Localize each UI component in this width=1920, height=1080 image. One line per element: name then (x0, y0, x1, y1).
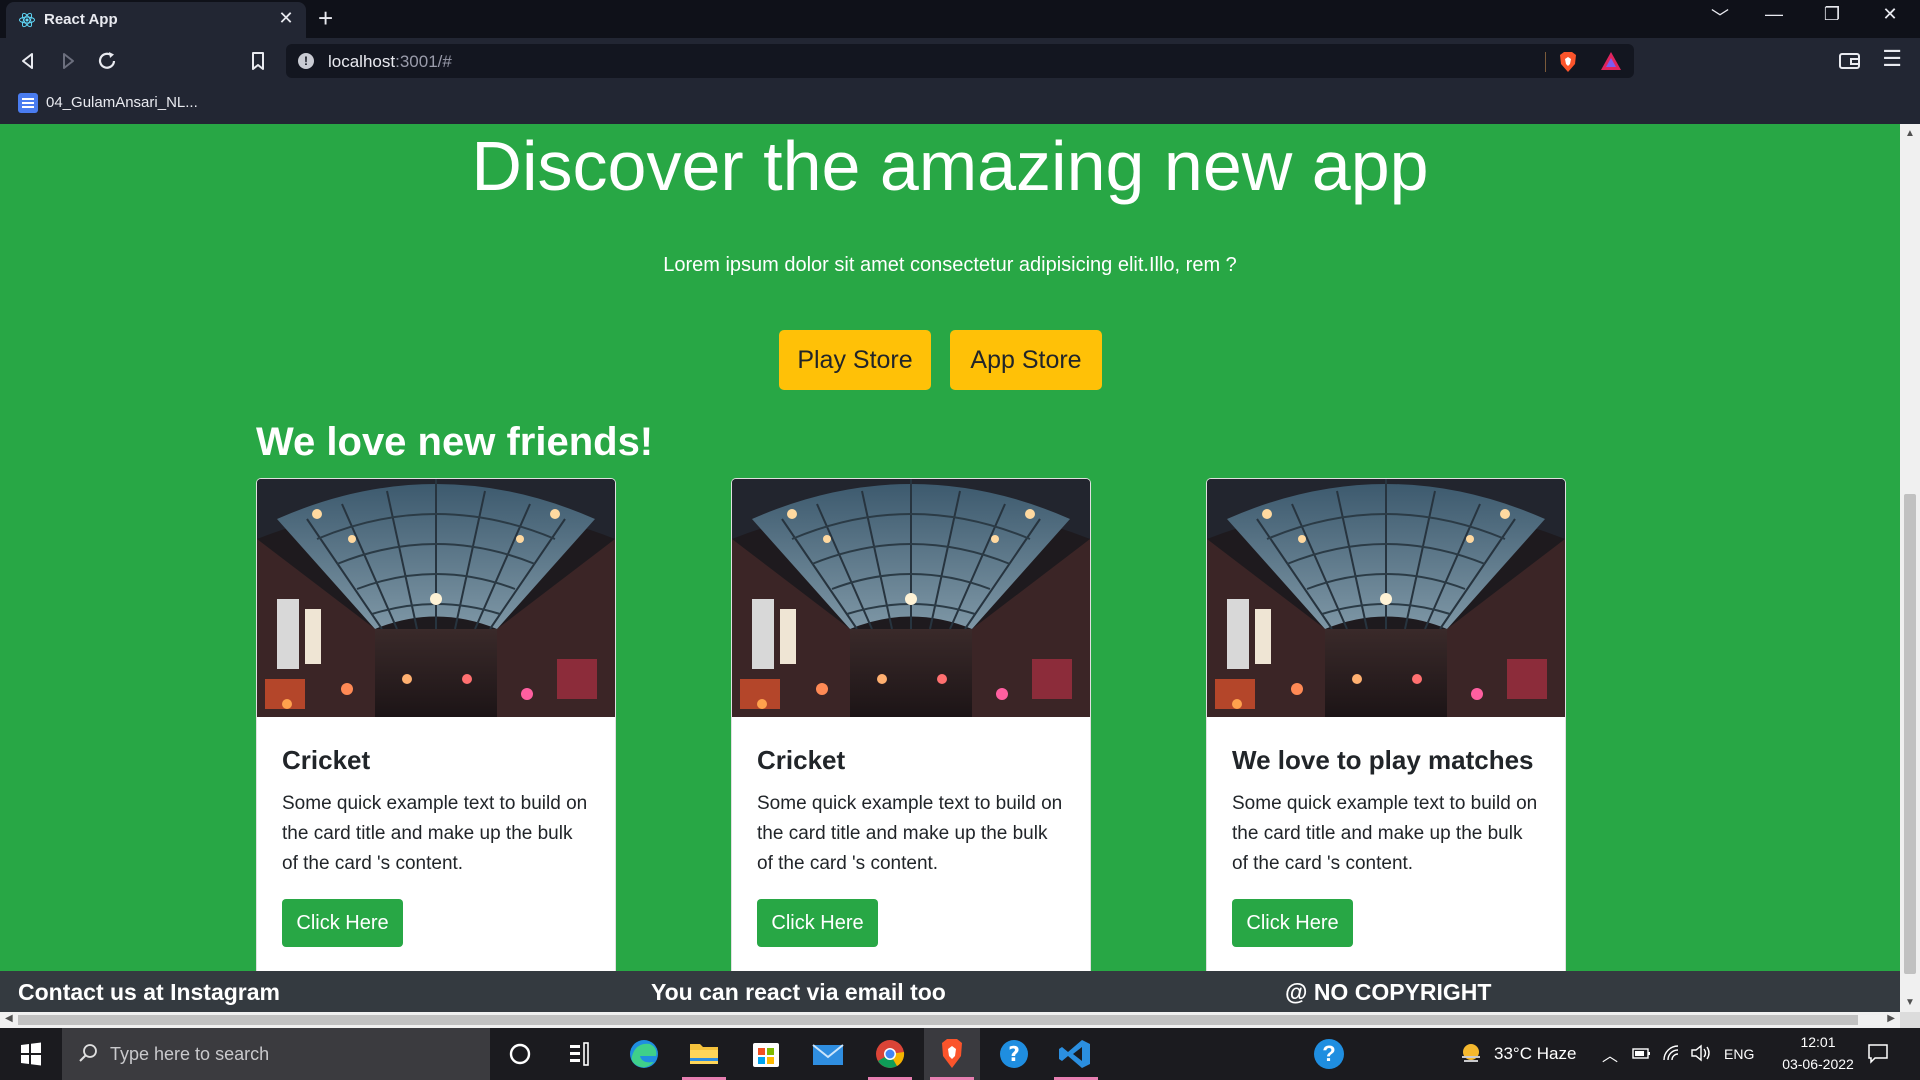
clock-time[interactable]: 12:01 (1790, 1034, 1846, 1050)
card-title: Cricket (282, 745, 371, 775)
scroll-right-icon[interactable]: ▶ (1887, 1013, 1895, 1024)
address-bar[interactable]: ! localhost:3001/# (286, 44, 1634, 78)
edge-icon[interactable] (616, 1028, 672, 1080)
footer-copyright: @ NO COPYRIGHT (1285, 979, 1492, 1005)
card-title: Cricket (757, 745, 846, 775)
minimize-button[interactable]: — (1754, 4, 1794, 25)
click-here-button[interactable]: Click Here (757, 899, 878, 947)
tab-search-icon[interactable]: ﹀ (1700, 4, 1740, 30)
section-heading: We love new friends! (256, 420, 654, 464)
scroll-down-icon[interactable]: ▼ (1905, 997, 1915, 1008)
vertical-scrollbar[interactable]: ▲ ▼ (1900, 124, 1920, 1012)
card-text: Some quick example text to build on the … (1232, 793, 1538, 874)
tab-close-icon[interactable]: ✕ (276, 8, 296, 29)
taskbar: Type here to search ? ? 33°C Haze ︿ ENG … (0, 1028, 1920, 1080)
site-info-icon[interactable]: ! (298, 53, 314, 69)
new-tab-button[interactable]: + (318, 3, 333, 34)
horizontal-scroll-thumb[interactable] (18, 1015, 1858, 1025)
document-icon (18, 93, 38, 113)
search-placeholder: Type here to search (110, 1044, 270, 1064)
wifi-icon[interactable] (1662, 1044, 1682, 1062)
microsoft-store-icon[interactable] (738, 1028, 794, 1080)
forward-icon[interactable] (54, 48, 82, 74)
weather-text[interactable]: 33°C Haze (1494, 1044, 1576, 1064)
bookmark-icon[interactable] (244, 48, 272, 74)
wallet-icon[interactable] (1838, 50, 1862, 72)
close-window-button[interactable]: ✕ (1870, 4, 1910, 25)
card: We love to play matches Some quick examp… (1206, 478, 1566, 1012)
menu-icon[interactable]: ☰ (1882, 46, 1902, 72)
help-tray-icon[interactable]: ? (1314, 1039, 1344, 1069)
hero-lead: Lorem ipsum dolor sit amet consectetur a… (663, 254, 1237, 276)
click-here-button[interactable]: Click Here (1232, 899, 1353, 947)
card: Cricket Some quick example text to build… (731, 478, 1091, 1012)
card-text: Some quick example text to build on the … (282, 793, 588, 874)
footer-contact: Contact us at Instagram (18, 979, 280, 1005)
bookmark-item[interactable]: 04_GulamAnsari_NL... (46, 94, 198, 111)
chrome-icon[interactable] (862, 1028, 918, 1080)
url-text[interactable]: localhost:3001/# (328, 52, 452, 72)
battery-icon[interactable] (1632, 1045, 1652, 1061)
url-divider (1545, 52, 1546, 72)
bookmarks-bar: 04_GulamAnsari_NL... (0, 84, 1920, 124)
scroll-left-icon[interactable]: ◀ (5, 1013, 13, 1024)
weather-haze-icon[interactable] (1458, 1041, 1484, 1067)
file-explorer-icon[interactable] (676, 1028, 732, 1080)
footer-email: You can react via email too (651, 979, 946, 1005)
reload-icon[interactable] (94, 48, 122, 74)
language-indicator[interactable]: ENG (1724, 1046, 1754, 1062)
play-store-button[interactable]: Play Store (779, 330, 931, 390)
windows-start-icon[interactable] (0, 1028, 60, 1080)
scrollbar-corner (1900, 1012, 1920, 1028)
card-text: Some quick example text to build on the … (757, 793, 1063, 874)
scroll-up-icon[interactable]: ▲ (1905, 128, 1915, 139)
arcade-image (732, 479, 1090, 717)
browser-title-bar: React App ✕ + ﹀ — ❐ ✕ (0, 0, 1920, 38)
chevron-up-icon[interactable]: ︿ (1602, 1042, 1618, 1066)
cortana-icon[interactable] (492, 1028, 548, 1080)
page-content: Discover the amazing new app Lorem ipsum… (0, 124, 1900, 1012)
vertical-scroll-thumb[interactable] (1904, 494, 1916, 974)
card-title: We love to play matches (1232, 745, 1534, 775)
brave-rewards-icon[interactable] (1600, 51, 1622, 71)
clock-date[interactable]: 03-06-2022 (1766, 1056, 1870, 1072)
volume-icon[interactable] (1690, 1044, 1712, 1062)
task-view-icon[interactable] (552, 1028, 608, 1080)
footer: Contact us at Instagram You can react vi… (0, 971, 1900, 1012)
tab-title: React App (44, 11, 118, 28)
browser-tab[interactable]: React App ✕ (6, 2, 306, 38)
svg-text:?: ? (1008, 1042, 1020, 1066)
click-here-button[interactable]: Click Here (282, 899, 403, 947)
mail-icon[interactable] (800, 1028, 856, 1080)
arcade-image (257, 479, 615, 717)
restore-button[interactable]: ❐ (1812, 4, 1852, 25)
search-icon (79, 1044, 97, 1062)
back-icon[interactable] (14, 48, 42, 74)
hero-title: Discover the amazing new app (471, 127, 1429, 205)
taskbar-search[interactable]: Type here to search (62, 1028, 490, 1080)
brave-browser-icon[interactable] (924, 1028, 980, 1080)
arcade-image (1207, 479, 1565, 717)
app-store-button[interactable]: App Store (950, 330, 1102, 390)
brave-shield-icon[interactable] (1558, 51, 1578, 73)
react-icon (19, 12, 35, 28)
browser-toolbar: ! localhost:3001/# ☰ (0, 38, 1920, 84)
help-icon[interactable]: ? (986, 1028, 1042, 1080)
card: Cricket Some quick example text to build… (256, 478, 616, 1012)
vscode-icon[interactable] (1048, 1028, 1104, 1080)
notifications-icon[interactable] (1866, 1042, 1890, 1064)
horizontal-scrollbar[interactable]: ◀ ▶ (0, 1012, 1900, 1028)
